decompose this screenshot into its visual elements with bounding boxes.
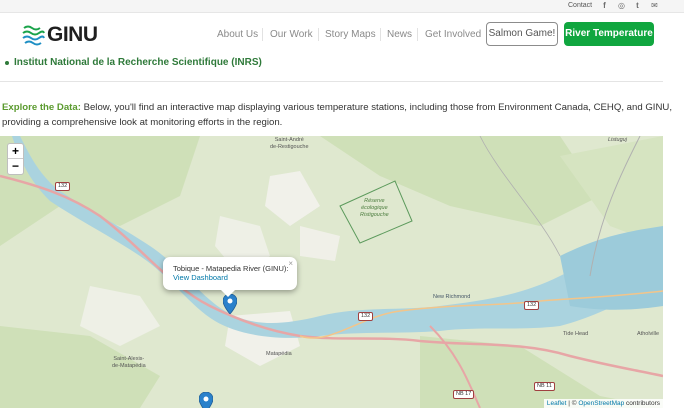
nav-divider: [262, 28, 263, 41]
salmon-game-button[interactable]: Salmon Game!: [486, 22, 558, 46]
nav-get-involved[interactable]: Get Involved: [425, 29, 481, 41]
route-shield: NB 11: [534, 382, 555, 391]
view-dashboard-link[interactable]: View Dashboard: [173, 273, 228, 282]
nav-story-maps[interactable]: Story Maps: [325, 29, 376, 41]
nav-about-us[interactable]: About Us: [217, 29, 258, 41]
place-label: Saint-Alexis- de-Matapédia: [112, 356, 146, 369]
map-attribution: Leaflet | © OpenStreetMap contributors: [543, 399, 663, 408]
attribution-separator: | ©: [566, 400, 579, 407]
nav-divider: [417, 28, 418, 41]
nav-news[interactable]: News: [387, 29, 412, 41]
place-label: Matapédia: [266, 351, 292, 357]
place-label: Listuguj: [608, 137, 627, 143]
attribution-suffix: contributors: [624, 400, 660, 407]
place-label: Saint-André de-Restigouche: [270, 137, 309, 150]
station-marker-icon[interactable]: [199, 392, 213, 408]
zoom-in-button[interactable]: +: [8, 144, 23, 159]
zoom-control: + −: [7, 143, 24, 175]
place-label: Atholville: [637, 331, 660, 337]
river-temperature-button[interactable]: River Temperature: [564, 22, 654, 46]
popup-title: Tobique - Matapedia River (GINU):: [173, 264, 289, 273]
place-label: Tide Head: [563, 331, 589, 337]
email-icon[interactable]: ✉: [650, 1, 659, 11]
nav-divider: [318, 28, 319, 41]
route-shield: NB 17: [453, 390, 475, 399]
instagram-icon[interactable]: ◎: [617, 1, 626, 11]
facebook-icon[interactable]: f: [600, 1, 609, 11]
divider: [0, 81, 663, 82]
twitter-icon[interactable]: t: [633, 1, 642, 11]
route-shield: 132: [55, 182, 71, 191]
site-header: GINU About Us Our Work Story Maps News G…: [0, 13, 684, 55]
osm-link[interactable]: OpenStreetMap: [578, 400, 624, 407]
place-label: New Richmond: [433, 294, 471, 300]
route-shield: 132: [524, 301, 540, 310]
contact-link[interactable]: Contact: [568, 2, 592, 9]
site-logo[interactable]: GINU: [22, 22, 102, 48]
nav-divider: [380, 28, 381, 41]
top-utility-bar: Contact f ◎ t ✉: [0, 0, 684, 13]
explore-lead: Explore the Data:: [2, 102, 81, 113]
logo-waves-icon: [22, 25, 45, 46]
popup-close-icon[interactable]: ×: [288, 259, 293, 268]
leaflet-link[interactable]: Leaflet: [547, 400, 567, 407]
station-marker-icon[interactable]: [223, 294, 237, 314]
place-label: Réserve écologique Ristigouche: [360, 198, 389, 218]
interactive-map[interactable]: + − Saint-André de-Restigouche Listuguj …: [0, 136, 663, 408]
inrs-link[interactable]: Institut National de la Recherche Scient…: [14, 57, 262, 68]
intro-paragraph: Explore the Data: Below, you'll find an …: [2, 100, 672, 130]
nav-our-work[interactable]: Our Work: [270, 29, 313, 41]
map-tiles[interactable]: [0, 136, 663, 408]
route-shield: 132: [358, 312, 374, 321]
logo-text: GINU: [47, 23, 98, 46]
zoom-out-button[interactable]: −: [8, 159, 23, 174]
station-popup: Tobique - Matapedia River (GINU): View D…: [163, 257, 297, 297]
intro-text: Below, you'll find an interactive map di…: [2, 102, 672, 128]
list-item: Institut National de la Recherche Scient…: [5, 57, 262, 68]
